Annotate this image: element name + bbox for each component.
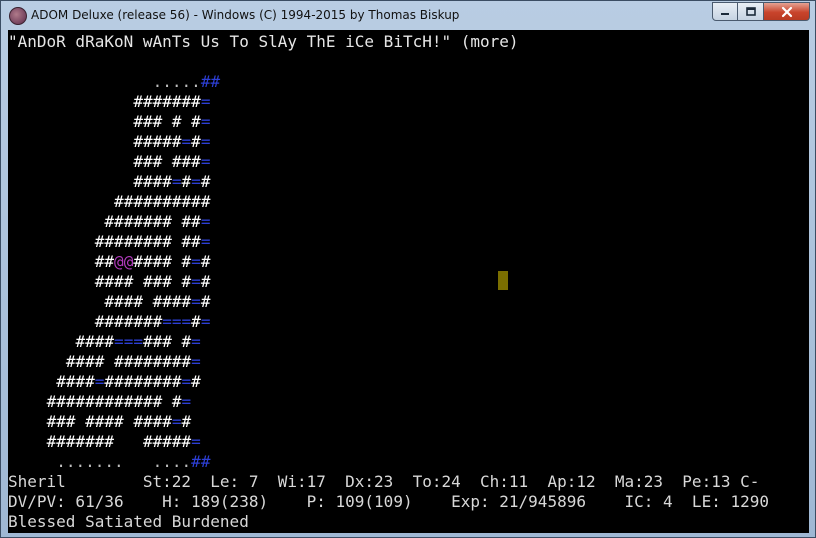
map-row: #### ########=	[65, 352, 201, 371]
map-row: ######## ##=	[94, 232, 211, 251]
map-row: .....##	[152, 72, 221, 91]
map-row: ### # #=	[133, 112, 211, 131]
minimize-button[interactable]	[712, 2, 738, 21]
map-row: #####=#=	[133, 132, 211, 151]
window-controls	[712, 2, 810, 21]
map-row: ############ #=	[46, 392, 192, 411]
game-terminal[interactable]: "AnDoR dRaKoN wAnTs Us To SlAy ThE iCe B…	[8, 30, 809, 533]
close-button[interactable]	[764, 2, 810, 21]
close-icon	[781, 6, 792, 17]
map-row: ####### #####=	[46, 432, 201, 451]
map-row: ##@@#### #=#	[94, 252, 211, 271]
adom-app-icon[interactable]	[9, 7, 27, 25]
combat-status-line: DV/PV: 61/36 H: 189(238) P: 109(109) Exp…	[8, 492, 769, 511]
map-row: ####=#=#	[133, 172, 211, 191]
map-row: ### #### ####=#	[46, 412, 192, 431]
attributes-status-line: Sheril St:22 Le: 7 Wi:17 Dx:23 To:24 Ch:…	[8, 472, 760, 491]
map-row: #### ### #=#	[94, 272, 211, 291]
map-row: ####=########=#	[56, 372, 201, 391]
condition-status-line: Blessed Satiated Burdened	[8, 512, 249, 531]
terminal-cursor	[498, 271, 508, 290]
map-row: ####===### #=	[75, 332, 201, 351]
window-title: ADOM Deluxe (release 56) - Windows (C) 1…	[31, 8, 460, 22]
map-row: ### ###=	[133, 152, 211, 171]
map-row: ##########	[114, 192, 211, 211]
app-window: ADOM Deluxe (release 56) - Windows (C) 1…	[0, 0, 816, 538]
map-row: ....... ....##	[56, 452, 211, 471]
title-bar[interactable]: ADOM Deluxe (release 56) - Windows (C) 1…	[1, 1, 815, 30]
minimize-icon	[721, 12, 729, 15]
map-row: #######=	[133, 92, 211, 111]
map-row: ####### ##=	[104, 212, 211, 231]
map-row: #### ####=#	[104, 292, 211, 311]
maximize-icon	[745, 6, 756, 16]
maximize-button[interactable]	[738, 2, 764, 21]
map-row: #######===#=	[94, 312, 211, 331]
message-line: "AnDoR dRaKoN wAnTs Us To SlAy ThE iCe B…	[8, 32, 519, 51]
